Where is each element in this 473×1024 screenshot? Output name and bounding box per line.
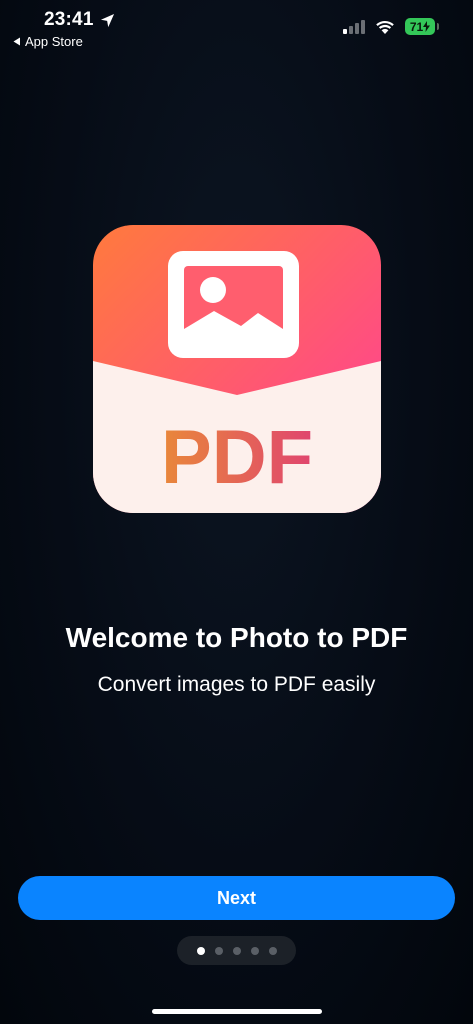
welcome-subtitle: Convert images to PDF easily [97, 673, 376, 696]
welcome-title: Welcome to Photo to PDF [65, 622, 408, 653]
back-to-app-store[interactable]: App Store [13, 34, 83, 49]
battery-charging-icon: 71 [405, 18, 439, 35]
back-app-label: App Store [25, 34, 83, 49]
page-dot-1[interactable] [196, 946, 205, 955]
battery-level: 71 [409, 19, 424, 34]
status-indicators: 71 [343, 18, 439, 35]
page-indicator[interactable] [177, 936, 296, 965]
page-dot-4[interactable] [250, 946, 259, 955]
page-dot-5[interactable] [268, 946, 277, 955]
page-dot-2[interactable] [214, 946, 223, 955]
status-time: 23:41 [44, 9, 115, 31]
clock-text: 23:41 [44, 9, 94, 30]
home-indicator[interactable] [152, 1009, 322, 1014]
back-triangle-icon [13, 37, 20, 46]
wifi-icon [376, 20, 394, 34]
next-button[interactable]: Next [18, 876, 455, 920]
logo-pdf-text: PDF [161, 415, 313, 500]
page-dot-3[interactable] [232, 946, 241, 955]
cellular-signal-icon [343, 19, 365, 34]
charging-bolt-icon [423, 21, 431, 32]
photo-to-pdf-logo: PDF [93, 225, 381, 513]
location-arrow-icon [100, 13, 114, 27]
